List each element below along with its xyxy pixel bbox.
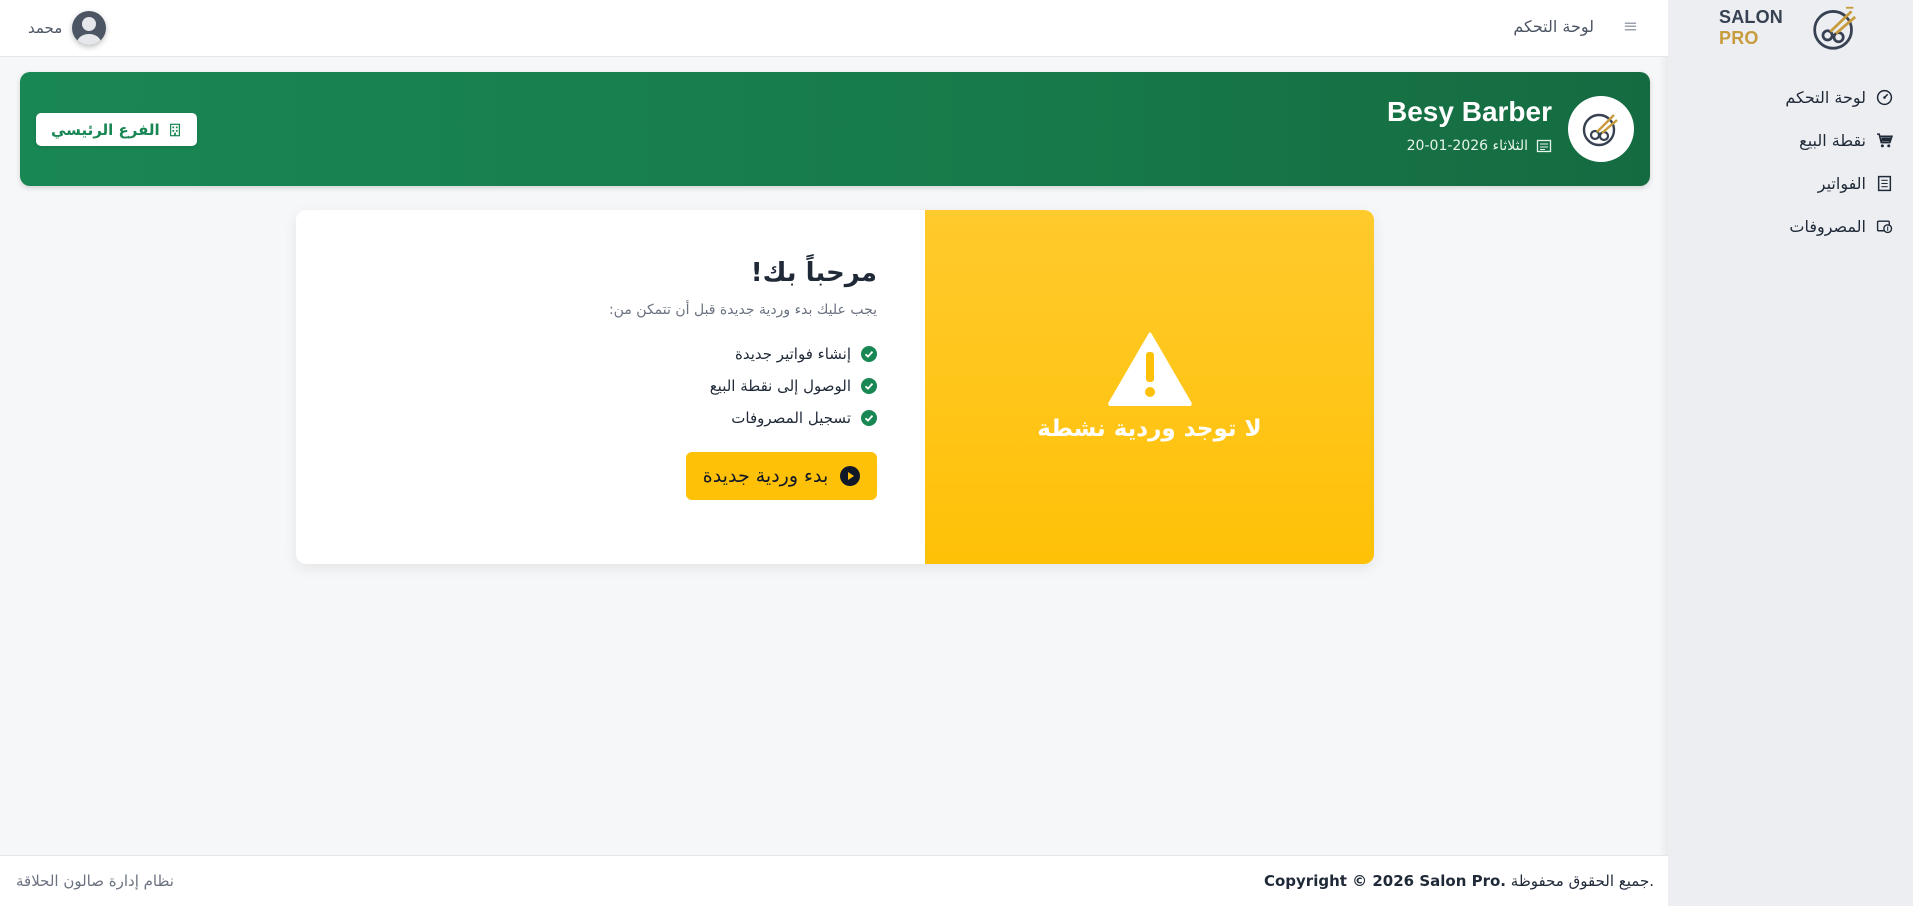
no-shift-panel: لا توجد وردية نشطة <box>925 210 1374 564</box>
sidebar-item-pos[interactable]: نقطة البيع <box>1688 119 1893 162</box>
check-circle-icon <box>861 378 877 394</box>
start-shift-label: بدء وردية جديدة <box>702 465 829 487</box>
current-date: الثلاثاء 2026-01-20 <box>1407 138 1552 154</box>
salon-banner: Besy Barber الثلاثاء 2026-01-20 الفرع ال… <box>20 72 1650 186</box>
warning-icon <box>1107 332 1192 406</box>
user-icon <box>77 17 102 45</box>
system-name: نظام إدارة صالون الحلاقة <box>16 872 174 890</box>
start-shift-button[interactable]: بدء وردية جديدة <box>686 452 877 500</box>
branch-button[interactable]: الفرع الرئيسي <box>36 113 197 146</box>
expenses-icon <box>1876 220 1893 234</box>
sidebar-nav: لوحة التحكم نقطة البيع الفواتير المصروفا… <box>1688 76 1893 248</box>
topbar: ≡ لوحة التحكم محمد <box>0 0 1668 57</box>
shift-card: لا توجد وردية نشطة مرحباً بك! يجب عليك ب… <box>296 210 1374 564</box>
calendar-icon <box>1536 139 1552 153</box>
copyright-prefix: Copyright © 2026 Salon Pro. <box>1263 872 1507 890</box>
check-circle-icon <box>861 346 877 362</box>
sidebar-item-label: نقطة البيع <box>1799 131 1866 150</box>
footer: Copyright © 2026 Salon Pro. جميع الحقوق … <box>0 855 1668 906</box>
avatar <box>72 11 107 45</box>
app-logo[interactable]: SALON PRO <box>1719 4 1859 52</box>
sidebar-item-label: الفواتير <box>1817 174 1866 193</box>
scissors-logo-icon <box>1582 113 1618 147</box>
sidebar-item-dashboard[interactable]: لوحة التحكم <box>1688 76 1893 119</box>
list-item: الوصول إلى نقطة البيع <box>296 370 877 402</box>
date-text: الثلاثاء 2026-01-20 <box>1406 138 1528 154</box>
salon-logo <box>1568 96 1634 162</box>
feature-text: إنشاء فواتير جديدة <box>734 345 851 363</box>
no-shift-text: لا توجد وردية نشطة <box>1037 416 1262 442</box>
list-item: إنشاء فواتير جديدة <box>296 338 877 370</box>
sidebar-item-label: لوحة التحكم <box>1785 88 1866 107</box>
cart-icon <box>1877 133 1893 148</box>
user-menu[interactable]: محمد <box>28 8 107 48</box>
sidebar-item-label: المصروفات <box>1789 217 1866 236</box>
scissors-logo-icon <box>1813 6 1857 50</box>
shift-subtitle: يجب عليك بدء وردية جديدة قبل أن تتمكن من… <box>608 302 877 318</box>
sidebar: SALON PRO لوحة التحكم نقطة البيع الفواتي… <box>1668 0 1913 906</box>
copyright: Copyright © 2026 Salon Pro. جميع الحقوق … <box>1264 872 1654 890</box>
feature-text: تسجيل المصروفات <box>731 409 851 427</box>
user-name: محمد <box>28 19 63 37</box>
logo-text: SALON PRO <box>1719 7 1783 48</box>
page-title: لوحة التحكم <box>1513 17 1594 36</box>
feature-text: الوصول إلى نقطة البيع <box>709 377 851 395</box>
shift-info: مرحباً بك! يجب عليك بدء وردية جديدة قبل … <box>296 210 925 564</box>
check-circle-icon <box>861 410 877 426</box>
menu-icon[interactable]: ≡ <box>1623 16 1638 37</box>
play-circle-icon <box>840 466 861 486</box>
list-item: تسجيل المصروفات <box>296 402 877 434</box>
salon-name: Besy Barber <box>1387 96 1552 127</box>
dashboard-icon <box>1876 89 1893 106</box>
welcome-title: مرحباً بك! <box>750 258 877 288</box>
invoice-icon <box>1877 175 1892 192</box>
sidebar-item-expenses[interactable]: المصروفات <box>1688 205 1893 248</box>
copyright-suffix: جميع الحقوق محفوظة. <box>1510 872 1654 890</box>
sidebar-item-invoices[interactable]: الفواتير <box>1688 162 1893 205</box>
building-icon <box>169 123 180 136</box>
feature-list: إنشاء فواتير جديدة الوصول إلى نقطة البيع… <box>296 338 877 434</box>
branch-label: الفرع الرئيسي <box>51 120 160 139</box>
